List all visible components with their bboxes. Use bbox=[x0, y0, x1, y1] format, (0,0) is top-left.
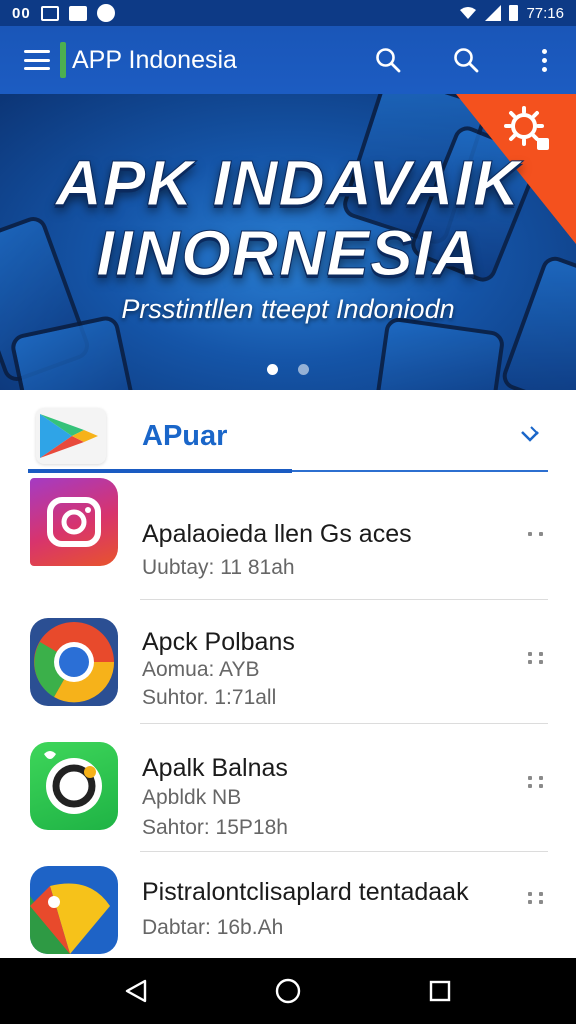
back-icon[interactable] bbox=[116, 971, 156, 1011]
camera-app-icon bbox=[30, 742, 118, 830]
app-name: Apalaoieda llen Gs aces bbox=[142, 520, 412, 548]
app-name: Pistralontclisaplard tentadaak bbox=[142, 878, 469, 906]
image-notification-icon bbox=[40, 5, 59, 21]
app-title: APP Indonesia bbox=[72, 45, 237, 74]
app-name: Apalk Balnas bbox=[142, 754, 288, 782]
chevron-down-icon[interactable] bbox=[518, 424, 542, 448]
navigation-bar bbox=[0, 958, 576, 1024]
banner-title-line1: APK INDAVAIK bbox=[55, 147, 521, 220]
app-meta: Uubtay: 11 81ah bbox=[142, 556, 295, 579]
app-bar-actions bbox=[374, 46, 558, 74]
search-icon[interactable] bbox=[374, 46, 402, 74]
chrome-icon bbox=[30, 618, 118, 706]
banner-title-line2: IINORNESIA bbox=[96, 217, 480, 290]
signal-icon bbox=[485, 5, 502, 21]
banner-subtitle: Prsstintllen tteept Indoniodn bbox=[121, 294, 455, 324]
carousel-dot-active[interactable] bbox=[267, 364, 278, 375]
home-icon[interactable] bbox=[268, 971, 308, 1011]
app-name: Apck Polbans bbox=[142, 628, 295, 656]
wifi-icon bbox=[460, 7, 477, 19]
list-item[interactable]: Apalk Balnas Apbldk NB Sahtor: 15P18h bbox=[0, 724, 576, 852]
item-menu-icon[interactable] bbox=[528, 652, 544, 664]
title-accent bbox=[60, 42, 66, 78]
status-left: 00 bbox=[12, 4, 115, 22]
maps-icon bbox=[30, 866, 118, 954]
face-notification-icon bbox=[96, 4, 115, 22]
carousel-dot[interactable] bbox=[298, 364, 309, 375]
list-item[interactable]: Apalaoieda llen Gs aces Uubtay: 11 81ah bbox=[0, 476, 576, 600]
n-notification-icon bbox=[68, 5, 87, 21]
phone-illustration bbox=[374, 316, 506, 390]
play-store-icon bbox=[36, 408, 106, 464]
item-menu-icon[interactable] bbox=[528, 892, 544, 904]
app-meta: Dabtar: 16b.Ah bbox=[142, 916, 284, 939]
tab-active-indicator bbox=[28, 469, 292, 473]
search-secondary-icon[interactable] bbox=[452, 46, 480, 74]
app-meta: Aomua: AYB bbox=[142, 658, 260, 681]
item-menu-icon[interactable] bbox=[528, 776, 544, 788]
promo-banner[interactable]: APK INDAVAIK IINORNESIA Prsstintllen tte… bbox=[0, 94, 576, 390]
store-header: APuar bbox=[0, 390, 576, 476]
status-label: 00 bbox=[12, 4, 31, 22]
store-section-title[interactable]: APuar bbox=[142, 420, 227, 453]
app-list: Apalaoieda llen Gs aces Uubtay: 11 81ah … bbox=[0, 476, 576, 976]
list-item[interactable]: Apck Polbans Aomua: AYB Suhtor. 1:71all bbox=[0, 600, 576, 724]
status-right: 77:16 bbox=[459, 5, 564, 22]
app-meta: Apbldk NB bbox=[142, 786, 242, 809]
status-bar: 00 77:16 bbox=[0, 0, 576, 26]
item-menu-icon[interactable] bbox=[528, 532, 544, 544]
app-meta: Suhtor. 1:71all bbox=[142, 686, 277, 709]
carousel-indicator bbox=[0, 364, 576, 375]
status-time: 77:16 bbox=[526, 4, 564, 22]
instagram-icon bbox=[30, 478, 118, 566]
hamburger-menu-icon[interactable] bbox=[24, 50, 50, 70]
screen: 00 77:16 APP Indonesia APK INDAVAIK IINO… bbox=[0, 0, 576, 1024]
app-bar: APP Indonesia bbox=[0, 26, 576, 94]
battery-icon bbox=[509, 5, 519, 21]
app-meta: Sahtor: 15P18h bbox=[142, 816, 288, 839]
recents-icon[interactable] bbox=[420, 971, 460, 1011]
more-options-icon[interactable] bbox=[530, 46, 558, 74]
